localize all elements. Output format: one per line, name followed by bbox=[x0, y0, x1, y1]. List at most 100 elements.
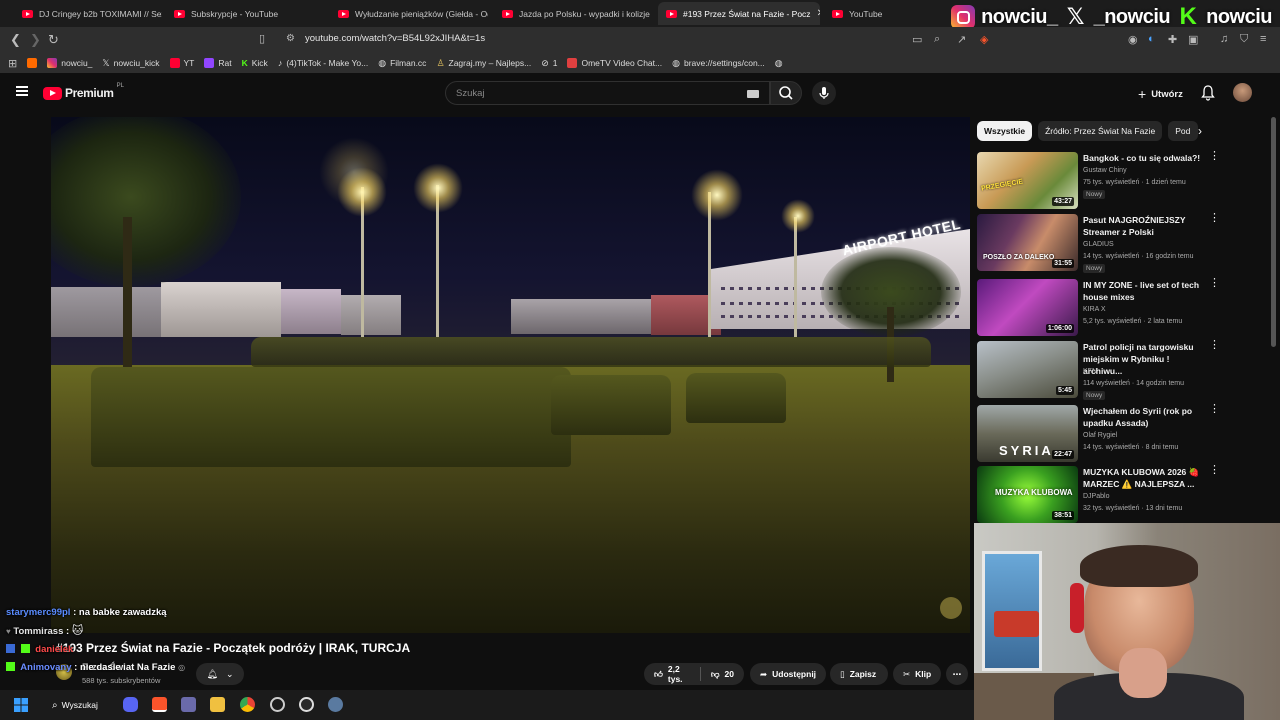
keyboard-icon[interactable] bbox=[747, 90, 759, 98]
sidebar-icon[interactable]: ▣ bbox=[1188, 33, 1198, 46]
video-thumbnail[interactable]: POSZŁO ZA DALEKO 31:55 bbox=[977, 214, 1078, 271]
video-thumbnail[interactable]: SYRIA 22:47 bbox=[977, 405, 1078, 462]
video-thumbnail[interactable]: PRZEGIĘCIE 43:27 bbox=[977, 152, 1078, 209]
voice-search-button[interactable] bbox=[812, 81, 836, 105]
brave-icon[interactable] bbox=[152, 697, 167, 712]
app-icon[interactable] bbox=[181, 697, 196, 712]
bookmark-item[interactable]: ◍ brave://settings/con... bbox=[672, 58, 765, 69]
menu-icon[interactable]: ≡ bbox=[1260, 33, 1266, 45]
extension-icon[interactable]: ◉ bbox=[1128, 33, 1138, 46]
browser-tab[interactable]: YouTube bbox=[824, 2, 924, 25]
video-title[interactable]: Pasut NAJGROŹNIEJSZY Streamer z Polski bbox=[1083, 214, 1203, 238]
chip-source[interactable]: Źródło: Przez Świat Na Fazie bbox=[1038, 121, 1163, 141]
bookmark-item[interactable]: OmeTV Video Chat... bbox=[567, 58, 662, 68]
browser-tab[interactable]: Wyłudzanie pieniążków (Giełda - Od bbox=[330, 2, 488, 25]
notifications-bell-icon[interactable] bbox=[1201, 85, 1215, 101]
taskbar-search[interactable]: ⌕ Wyszukaj bbox=[46, 696, 110, 714]
reload-icon[interactable]: ↻ bbox=[48, 32, 59, 48]
windows-start-icon[interactable] bbox=[14, 698, 28, 712]
share-icon[interactable]: ↗ bbox=[957, 33, 966, 46]
channel-watermark-icon[interactable] bbox=[940, 597, 962, 619]
folder-icon[interactable] bbox=[210, 697, 225, 712]
apps-icon[interactable]: ⊞ bbox=[8, 57, 17, 70]
search-input[interactable]: Szukaj bbox=[445, 81, 770, 105]
subscription-bell-button[interactable]: 🔔︎ ⌄ bbox=[196, 663, 244, 685]
clip-button[interactable]: ✂ Klip bbox=[893, 663, 941, 685]
video-title[interactable]: IN MY ZONE - live set of tech house mixe… bbox=[1083, 279, 1203, 303]
bookmark-item[interactable]: ◍ bbox=[775, 58, 783, 69]
zoom-icon[interactable]: ⌕ bbox=[934, 33, 940, 46]
channel-name[interactable]: GLADIUS bbox=[1083, 239, 1213, 250]
like-button[interactable]: 👍︎ 2,2 tys. bbox=[644, 663, 700, 685]
search-button[interactable] bbox=[770, 81, 802, 105]
video-title[interactable]: MUZYKA KLUBOWA 2026 🍓 MARZEC ⚠️ NAJLEPSZ… bbox=[1083, 466, 1203, 490]
bookmark-icon[interactable]: ▯ bbox=[259, 32, 265, 45]
video-title[interactable]: Bangkok - co tu się odwala?! bbox=[1083, 152, 1203, 164]
bookmark-item[interactable]: ◍ Filman.cc bbox=[378, 58, 426, 69]
share-button[interactable]: ➦ Udostępnij bbox=[750, 663, 826, 685]
recommended-video[interactable]: MUZYKA KLUBOWA 38:51 MUZYKA KLUBOWA 2026… bbox=[977, 465, 1222, 523]
url-field[interactable]: ⚙ youtube.com/watch?v=B54L92xJIHA&t=1s bbox=[280, 30, 1000, 50]
bookmark-item[interactable]: Rat bbox=[204, 58, 232, 68]
bookmark-item[interactable]: ♪ (4)TikTok - Make Yo... bbox=[278, 58, 368, 68]
more-vertical-icon[interactable]: ⋮ bbox=[1209, 465, 1220, 476]
more-actions-button[interactable]: ⋯ bbox=[946, 663, 968, 685]
extension-icon[interactable]: ◐ bbox=[1148, 33, 1155, 45]
recommended-video[interactable]: 1:06:00 IN MY ZONE - live set of tech ho… bbox=[977, 278, 1222, 336]
back-icon[interactable]: ❮ bbox=[10, 32, 21, 48]
browser-tab[interactable]: Jazda po Polsku - wypadki i kolizje d bbox=[494, 2, 652, 25]
video-thumbnail[interactable]: 1:06:00 bbox=[977, 279, 1078, 336]
page-scrollbar[interactable] bbox=[1271, 117, 1276, 347]
more-vertical-icon[interactable]: ⋮ bbox=[1209, 151, 1220, 162]
recommended-video[interactable]: POSZŁO ZA DALEKO 31:55 Pasut NAJGROŹNIEJ… bbox=[977, 213, 1222, 273]
chip-all[interactable]: Wszystkie bbox=[977, 121, 1033, 141]
chip-more[interactable]: Pod bbox=[1168, 121, 1199, 141]
cast-icon[interactable]: ▭ bbox=[912, 33, 922, 46]
save-button[interactable]: ▯ Zapisz bbox=[830, 663, 888, 685]
settings-gear-icon[interactable] bbox=[328, 697, 343, 712]
site-info-icon[interactable]: ⚙ bbox=[286, 33, 295, 44]
video-player[interactable]: AIRPORT HOTEL bbox=[51, 117, 970, 633]
more-vertical-icon[interactable]: ⋮ bbox=[1209, 340, 1220, 351]
channel-name[interactable]: KIRA X bbox=[1083, 304, 1213, 315]
browser-tab[interactable]: Subskrypcje - YouTube bbox=[166, 2, 326, 25]
menu-icon[interactable] bbox=[16, 86, 28, 96]
video-thumbnail[interactable]: 5:45 bbox=[977, 341, 1078, 398]
channel-name[interactable]: Gustaw Chiny bbox=[1083, 165, 1213, 176]
video-thumbnail[interactable]: MUZYKA KLUBOWA 38:51 bbox=[977, 466, 1078, 523]
browser-tab[interactable]: DJ Cringey b2b TOXIMAMI // Sexpre bbox=[14, 2, 162, 25]
brave-shield-icon[interactable]: ◈ bbox=[980, 33, 988, 46]
discord-icon[interactable] bbox=[123, 697, 138, 712]
channel-name[interactable]: Olaf Rygiel bbox=[1083, 430, 1213, 441]
obs-icon[interactable] bbox=[299, 697, 314, 712]
youtube-logo[interactable]: Premium PL bbox=[43, 83, 124, 100]
more-vertical-icon[interactable]: ⋮ bbox=[1209, 404, 1220, 415]
avatar[interactable] bbox=[1233, 83, 1252, 102]
more-vertical-icon[interactable]: ⋮ bbox=[1209, 213, 1220, 224]
chevron-right-icon[interactable]: › bbox=[1198, 124, 1202, 138]
chrome-icon[interactable] bbox=[240, 697, 255, 712]
channel-name[interactable]: DJPablo bbox=[1083, 491, 1213, 502]
bookmark-item[interactable]: YT bbox=[169, 58, 194, 68]
recommended-video[interactable]: SYRIA 22:47 Wjechałem do Syrii (rok po u… bbox=[977, 404, 1222, 462]
more-vertical-icon[interactable]: ⋮ bbox=[1209, 278, 1220, 289]
dislike-button[interactable]: 👎︎ 20 bbox=[701, 663, 744, 685]
close-icon[interactable]: ✕ bbox=[817, 8, 820, 19]
bookmark-item[interactable] bbox=[27, 58, 38, 68]
recommended-video[interactable]: PRZEGIĘCIE 43:27 Bangkok - co tu się odw… bbox=[977, 151, 1222, 209]
create-button[interactable]: + Utwórz bbox=[1138, 86, 1183, 102]
vpn-icon[interactable]: ⛉ bbox=[1240, 33, 1248, 46]
app-icon[interactable] bbox=[270, 697, 285, 712]
recommended-video[interactable]: 5:45 Patrol policji na targowisku miejsk… bbox=[977, 340, 1222, 400]
browser-tab-active[interactable]: #193 Przez Świat na Fazie - Pocz ✕ bbox=[658, 2, 820, 25]
media-icon[interactable]: ♫ bbox=[1220, 33, 1228, 45]
bookmark-item[interactable]: nowciu_ bbox=[47, 58, 92, 68]
bookmark-item[interactable]: ⊘ 1 bbox=[541, 58, 557, 69]
bookmark-item[interactable]: ♙ Zagraj.my – Najleps... bbox=[436, 58, 531, 69]
bookmark-item[interactable]: 𝕏nowciu_kick bbox=[102, 58, 159, 69]
bookmark-item[interactable]: K Kick bbox=[242, 58, 268, 68]
extensions-puzzle-icon[interactable]: ✚ bbox=[1168, 33, 1177, 46]
video-title[interactable]: Wjechałem do Syrii (rok po upadku Assada… bbox=[1083, 405, 1203, 429]
channel-name[interactable]: KFN bbox=[1083, 366, 1213, 377]
forward-icon[interactable]: ❯ bbox=[30, 32, 41, 48]
